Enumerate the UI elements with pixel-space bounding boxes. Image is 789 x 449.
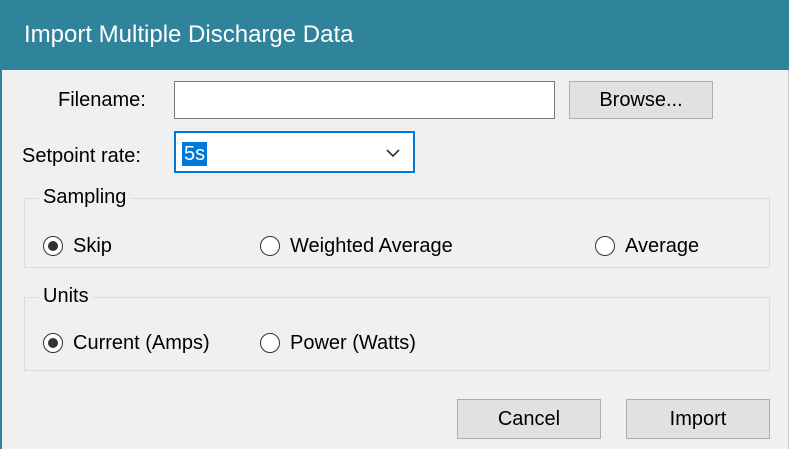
sampling-weighted-average-radio[interactable]: Weighted Average bbox=[260, 234, 453, 258]
dialog-body: Filename: Browse... Setpoint rate: 5s Sa… bbox=[0, 70, 789, 449]
sampling-skip-radio[interactable]: Skip bbox=[43, 234, 112, 258]
setpoint-rate-label: Setpoint rate: bbox=[22, 145, 141, 167]
filename-label: Filename: bbox=[58, 89, 146, 111]
radio-weighted-average-indicator bbox=[260, 236, 280, 256]
import-dialog: Import Multiple Discharge Data Filename:… bbox=[0, 0, 789, 449]
radio-average-indicator bbox=[595, 236, 615, 256]
units-legend: Units bbox=[39, 284, 93, 308]
units-group: Units Current (Amps) Power (Watts) bbox=[24, 284, 770, 371]
units-power-radio[interactable]: Power (Watts) bbox=[260, 331, 416, 355]
sampling-group: Sampling Skip Weighted Average Average bbox=[24, 185, 770, 268]
cancel-button-label: Cancel bbox=[497, 408, 561, 430]
window-title: Import Multiple Discharge Data bbox=[24, 21, 354, 48]
radio-power-indicator bbox=[260, 333, 280, 353]
title-bar[interactable]: Import Multiple Discharge Data bbox=[0, 0, 789, 70]
cancel-button[interactable]: Cancel bbox=[457, 399, 601, 439]
import-button-label: Import bbox=[669, 408, 727, 430]
browse-button-label: Browse... bbox=[599, 89, 683, 111]
radio-average-label: Average bbox=[625, 235, 700, 257]
sampling-legend: Sampling bbox=[39, 185, 131, 209]
radio-power-label: Power (Watts) bbox=[290, 332, 416, 354]
radio-weighted-average-label: Weighted Average bbox=[290, 235, 453, 257]
chevron-down-icon bbox=[386, 149, 400, 158]
sampling-average-radio[interactable]: Average bbox=[595, 234, 699, 258]
setpoint-rate-select[interactable]: 5s bbox=[174, 131, 415, 173]
radio-current-indicator bbox=[43, 333, 63, 353]
units-current-radio[interactable]: Current (Amps) bbox=[43, 331, 210, 355]
filename-input[interactable] bbox=[174, 81, 555, 119]
browse-button[interactable]: Browse... bbox=[569, 81, 713, 119]
setpoint-rate-value: 5s bbox=[182, 142, 208, 166]
radio-skip-label: Skip bbox=[73, 235, 112, 257]
radio-skip-indicator bbox=[43, 236, 63, 256]
import-button[interactable]: Import bbox=[626, 399, 770, 439]
radio-current-label: Current (Amps) bbox=[73, 332, 210, 354]
